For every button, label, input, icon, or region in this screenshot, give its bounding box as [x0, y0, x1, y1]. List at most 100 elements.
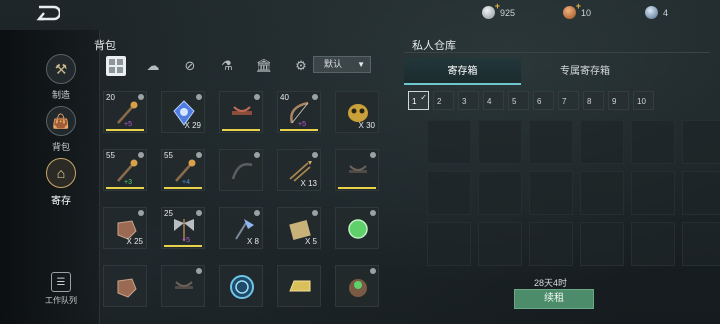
- inventory-slot[interactable]: [219, 149, 263, 191]
- work-queue-button[interactable]: ☰ 工作队列: [40, 272, 82, 306]
- lock-icon: [138, 152, 144, 158]
- nav-label-bag: 背包: [51, 142, 70, 152]
- warehouse-slot[interactable]: [529, 171, 573, 215]
- storage-number-tab[interactable]: 4: [483, 91, 504, 110]
- storage-number-tab[interactable]: 3: [458, 91, 479, 110]
- currency-silver[interactable]: + 925: [482, 1, 516, 19]
- durability-bar: [106, 187, 144, 189]
- storage-number-tab[interactable]: 8: [583, 91, 604, 110]
- warehouse-title: 私人仓库: [412, 40, 456, 52]
- filter-material-tab[interactable]: ☁: [143, 56, 163, 76]
- inventory-slot[interactable]: [219, 91, 263, 133]
- nav-label-craft: 制造: [51, 90, 70, 100]
- lock-icon: [254, 152, 260, 158]
- inventory-slot[interactable]: [335, 265, 379, 307]
- warehouse-slot[interactable]: [478, 222, 522, 266]
- copper-coin-icon: +: [563, 1, 581, 19]
- inventory-slot[interactable]: [219, 265, 263, 307]
- storage-number-tab[interactable]: 5: [508, 91, 529, 110]
- nav-label-storehouse: 寄存: [51, 196, 71, 207]
- lock-icon: [196, 94, 202, 100]
- inventory-slot[interactable]: [335, 207, 379, 249]
- inventory-slot[interactable]: 55 +3: [103, 149, 147, 191]
- item-quantity: X 30: [358, 121, 375, 130]
- lock-icon: [254, 94, 260, 100]
- anvil-icon: ⚙: [295, 58, 307, 73]
- storage-number-label: 5: [512, 97, 517, 106]
- inventory-slot[interactable]: [161, 265, 205, 307]
- inventory-slot[interactable]: 20 +5: [103, 91, 147, 133]
- storage-number-tab[interactable]: 9: [608, 91, 629, 110]
- warehouse-slot[interactable]: [682, 222, 720, 266]
- currency-gem[interactable]: 4: [645, 6, 668, 19]
- storehouse-icon: ⌂: [46, 158, 76, 188]
- sort-label: 默认: [324, 59, 343, 69]
- warehouse-slot[interactable]: [631, 120, 675, 164]
- warehouse-slot[interactable]: [529, 120, 573, 164]
- storage-number-tab[interactable]: 2: [433, 91, 454, 110]
- inventory-slot[interactable]: X 25: [103, 207, 147, 249]
- bag-icon: 👜: [46, 106, 76, 136]
- inventory-slot[interactable]: X 29: [161, 91, 205, 133]
- inventory-slot[interactable]: X 5: [277, 207, 321, 249]
- warehouse-slot[interactable]: [631, 171, 675, 215]
- warehouse-slot[interactable]: [478, 171, 522, 215]
- item-quantity: X 25: [126, 237, 143, 246]
- item-blue-portal-icon: [230, 275, 254, 299]
- filter-all-tab[interactable]: [106, 56, 126, 76]
- back-arrow-icon: [36, 5, 62, 21]
- inventory-slot[interactable]: X 8: [219, 207, 263, 249]
- filter-potion-tab[interactable]: ⚗: [217, 56, 237, 76]
- inventory-slot[interactable]: X 30: [335, 91, 379, 133]
- warehouse-slot[interactable]: [478, 120, 522, 164]
- storage-number-tab[interactable]: 1 ✓: [408, 91, 429, 110]
- inventory-slot[interactable]: [277, 265, 321, 307]
- lock-icon: [370, 210, 376, 216]
- nav-item-storehouse[interactable]: ⌂ 寄存: [44, 158, 78, 207]
- potion-icon: ⚗: [221, 58, 233, 73]
- item-green-orb-icon: [348, 219, 368, 239]
- inventory-slot[interactable]: 25 +5: [161, 207, 205, 249]
- inventory-slot[interactable]: 40 +5: [277, 91, 321, 133]
- tab-storage-box[interactable]: 寄存箱: [404, 58, 521, 85]
- warehouse-slot[interactable]: [682, 171, 720, 215]
- nav-item-bag[interactable]: 👜 背包: [44, 106, 78, 153]
- warehouse-slot[interactable]: [580, 120, 624, 164]
- warehouse-slot[interactable]: [427, 222, 471, 266]
- tab-exclusive-storage-box[interactable]: 专属寄存箱: [521, 58, 649, 85]
- currency-copper[interactable]: + 10: [563, 1, 591, 19]
- warehouse-slot[interactable]: [427, 120, 471, 164]
- filter-building-tab[interactable]: 🏛: [254, 56, 274, 76]
- warehouse-slot[interactable]: [580, 171, 624, 215]
- check-icon: ✓: [420, 93, 427, 102]
- filter-anvil-tab[interactable]: ⚙: [291, 56, 311, 76]
- currency-silver-value: 925: [500, 7, 516, 18]
- storage-number-label: 10: [637, 97, 646, 106]
- storage-number-label: 9: [612, 97, 617, 106]
- filter-weapon-tab[interactable]: ⊘: [180, 56, 200, 76]
- warehouse-slot[interactable]: [529, 222, 573, 266]
- work-queue-icon: ☰: [51, 272, 71, 292]
- back-button[interactable]: [36, 4, 62, 22]
- inventory-slot[interactable]: X 13: [277, 149, 321, 191]
- warehouse-slot[interactable]: [631, 222, 675, 266]
- inventory-slot[interactable]: 55 +4: [161, 149, 205, 191]
- renew-button[interactable]: 续租: [514, 289, 594, 309]
- item-dark-crossbow-icon: [349, 165, 367, 173]
- storage-number-tab[interactable]: 7: [558, 91, 579, 110]
- nav-item-craft[interactable]: ⚒ 制造: [44, 54, 78, 101]
- warehouse-slot[interactable]: [580, 222, 624, 266]
- material-icon: ☁: [146, 58, 160, 73]
- item-quantity: X 29: [184, 121, 201, 130]
- warehouse-slot[interactable]: [682, 120, 720, 164]
- warehouse-slot[interactable]: [427, 171, 471, 215]
- item-leather-icon: [117, 278, 137, 298]
- sort-dropdown[interactable]: 默认 ▼: [313, 56, 371, 73]
- storage-number-tab[interactable]: 6: [533, 91, 554, 110]
- item-dark-bow-icon: [231, 163, 253, 180]
- durability-bar: [164, 187, 202, 189]
- inventory-slot[interactable]: [103, 265, 147, 307]
- inventory-slot[interactable]: [335, 149, 379, 191]
- game-screen: + 925 + 10 4 ⚒ 制造 👜 背包 ⌂ 寄存 ☰ 工作队列 背包 ☁: [0, 0, 720, 324]
- storage-number-tab[interactable]: 10: [633, 91, 654, 110]
